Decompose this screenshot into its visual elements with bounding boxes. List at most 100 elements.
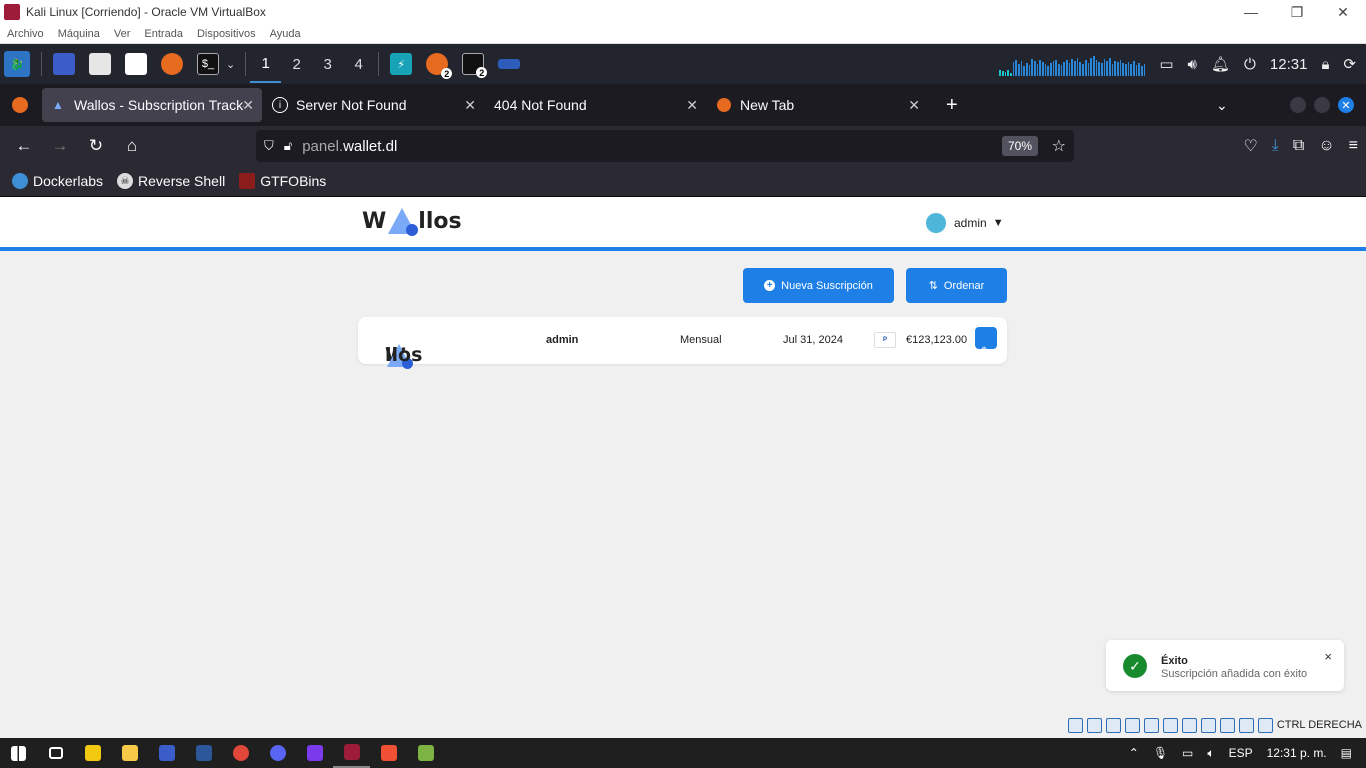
task-view-icon[interactable] bbox=[37, 738, 74, 768]
kali-menu-icon[interactable]: 🐉 bbox=[4, 51, 30, 77]
firefox-window-icon[interactable]: 2 bbox=[426, 53, 453, 79]
close-tab-icon[interactable]: ✕ bbox=[464, 97, 476, 114]
notifications-icon[interactable]: ▤ bbox=[1341, 746, 1352, 760]
text-editor-icon[interactable] bbox=[125, 53, 147, 75]
kali-vm-icon[interactable] bbox=[333, 738, 370, 768]
chrome-icon[interactable] bbox=[222, 738, 259, 768]
toast-message: Suscripción añadida con éxito bbox=[1161, 668, 1308, 680]
workspace-3[interactable]: 3 bbox=[312, 45, 343, 83]
lock-insecure-icon[interactable]: 🔓︎ bbox=[284, 138, 292, 154]
winrar-icon[interactable] bbox=[407, 738, 444, 768]
workspace-1[interactable]: 1 bbox=[250, 45, 282, 83]
subscription-row[interactable]: W llos admin Mensual Jul 31, 2024 P €123… bbox=[358, 317, 1007, 369]
microphone-icon[interactable]: 🎙︎ bbox=[1153, 746, 1168, 760]
menu-ver[interactable]: Ver bbox=[114, 28, 131, 40]
discord-icon[interactable] bbox=[259, 738, 296, 768]
tab-server-not-found[interactable]: i Server Not Found ✕ bbox=[264, 88, 484, 122]
obsidian-icon[interactable] bbox=[296, 738, 333, 768]
account-icon[interactable]: ☺ bbox=[1318, 137, 1334, 155]
home-icon[interactable]: ⌂ bbox=[114, 130, 150, 162]
wallos-logo[interactable]: W llos bbox=[362, 208, 462, 236]
firefox-view-icon[interactable] bbox=[0, 97, 40, 113]
back-icon[interactable]: ← bbox=[6, 130, 42, 162]
network-tray-icon[interactable]: ▭ bbox=[1182, 746, 1193, 760]
power-icon[interactable]: ⏻ bbox=[1244, 56, 1256, 73]
hdd-icon[interactable] bbox=[1067, 717, 1083, 733]
bookmark-star-icon[interactable]: ☆ bbox=[1052, 136, 1066, 156]
windows-start-icon[interactable] bbox=[0, 738, 37, 768]
menu-ayuda[interactable]: Ayuda bbox=[270, 28, 301, 40]
menu-archivo[interactable]: Archivo bbox=[7, 28, 44, 40]
sort-button[interactable]: ⇅ Ordenar bbox=[906, 268, 1007, 303]
downloads-icon[interactable]: ⤓ bbox=[1272, 137, 1279, 155]
zoom-indicator[interactable]: 70% bbox=[1001, 136, 1038, 156]
network-icon[interactable] bbox=[1124, 717, 1140, 733]
reload-icon[interactable]: ↻ bbox=[78, 130, 114, 162]
close-button[interactable]: ✕ bbox=[1320, 0, 1366, 24]
bookmark-dockerlabs[interactable]: Dockerlabs bbox=[12, 173, 103, 189]
new-tab-plus-icon[interactable]: + bbox=[946, 94, 958, 117]
bookmark-gtfobins[interactable]: GTFOBins bbox=[239, 173, 326, 189]
workspace-4[interactable]: 4 bbox=[343, 45, 374, 83]
bookmark-reverse-shell[interactable]: ☠ Reverse Shell bbox=[117, 173, 225, 189]
restore-button[interactable]: ❐ bbox=[1274, 0, 1320, 24]
display-icon[interactable]: ▭ bbox=[1159, 55, 1173, 73]
bell-icon[interactable]: 🔔︎ bbox=[1211, 55, 1230, 73]
menu-dispositivos[interactable]: Dispositivos bbox=[197, 28, 256, 40]
pocket-icon[interactable]: ♡ bbox=[1243, 136, 1257, 156]
vt-x-icon[interactable] bbox=[1219, 717, 1235, 733]
burpsuite-icon[interactable]: ⚡ bbox=[390, 53, 413, 75]
minimize-window-icon[interactable] bbox=[1290, 97, 1306, 113]
minimize-button[interactable]: — bbox=[1228, 0, 1274, 24]
chevron-down-icon[interactable]: ⌄ bbox=[226, 58, 235, 71]
usb-icon[interactable] bbox=[1143, 717, 1159, 733]
mouse-integration-icon[interactable] bbox=[1238, 717, 1254, 733]
list-tabs-chevron-icon[interactable]: ⌄ bbox=[1216, 97, 1228, 114]
terminal-icon[interactable]: $_ bbox=[197, 53, 219, 75]
close-tab-icon[interactable]: ✕ bbox=[908, 97, 920, 114]
window-icon[interactable] bbox=[498, 59, 521, 69]
close-tab-icon[interactable]: ✕ bbox=[686, 97, 698, 114]
firefox-icon[interactable] bbox=[161, 53, 183, 75]
audio-icon[interactable] bbox=[1105, 717, 1121, 733]
chevron-up-icon[interactable]: ⌃ bbox=[1129, 746, 1139, 760]
git-icon[interactable] bbox=[370, 738, 407, 768]
url-bar[interactable]: ⛉ 🔓︎ panel.wallet.dl 70% ☆ bbox=[256, 130, 1074, 162]
hamburger-menu-icon[interactable]: ≡ bbox=[1349, 137, 1358, 155]
file-manager-icon[interactable] bbox=[89, 53, 111, 75]
language-indicator[interactable]: ESP bbox=[1229, 746, 1253, 760]
logout-icon[interactable]: ⟳ bbox=[1343, 55, 1356, 73]
menu-entrada[interactable]: Entrada bbox=[144, 28, 183, 40]
edit-button[interactable]: ✎ bbox=[975, 327, 997, 359]
close-window-icon[interactable]: ✕ bbox=[1338, 97, 1354, 113]
maximize-window-icon[interactable] bbox=[1314, 97, 1330, 113]
optical-drive-icon[interactable] bbox=[1086, 717, 1102, 733]
shield-icon[interactable]: ⛉ bbox=[264, 138, 274, 154]
tab-404[interactable]: 404 Not Found ✕ bbox=[486, 88, 706, 122]
tab-wallos[interactable]: ▲ Wallos - Subscription Tracker ✕ bbox=[42, 88, 262, 122]
workspace-2[interactable]: 2 bbox=[281, 45, 312, 83]
file-explorer-icon[interactable] bbox=[111, 738, 148, 768]
new-subscription-button[interactable]: + Nueva Suscripción bbox=[743, 268, 894, 303]
toast-close-button[interactable]: × bbox=[1324, 649, 1332, 664]
user-menu[interactable]: admin ▼ bbox=[926, 213, 1004, 233]
menu-maquina[interactable]: Máquina bbox=[58, 28, 100, 40]
speaker-icon[interactable]: 🔈︎ bbox=[1207, 746, 1214, 761]
clock[interactable]: 12:31 bbox=[1270, 56, 1308, 73]
close-tab-icon[interactable]: ✕ bbox=[242, 97, 254, 114]
shared-folders-icon[interactable] bbox=[1162, 717, 1178, 733]
display-icon[interactable] bbox=[1181, 717, 1197, 733]
volume-icon[interactable]: 🔊︎ bbox=[1188, 56, 1197, 73]
keyboard-icon[interactable] bbox=[1257, 717, 1273, 733]
word-icon[interactable] bbox=[185, 738, 222, 768]
terminal-window-icon[interactable]: 2 bbox=[462, 53, 488, 78]
sticky-notes-icon[interactable] bbox=[74, 738, 111, 768]
recording-icon[interactable] bbox=[1200, 717, 1216, 733]
virtualbox-manager-icon[interactable] bbox=[148, 738, 185, 768]
forward-icon[interactable]: → bbox=[42, 130, 78, 162]
lock-icon[interactable]: 🔒︎ bbox=[1321, 56, 1329, 73]
windows-clock[interactable]: 12:31 p. m. bbox=[1267, 746, 1327, 760]
tab-new-tab[interactable]: New Tab ✕ bbox=[708, 88, 928, 122]
extensions-icon[interactable]: ⧉ bbox=[1293, 137, 1304, 155]
desktop-icon[interactable] bbox=[53, 53, 75, 75]
